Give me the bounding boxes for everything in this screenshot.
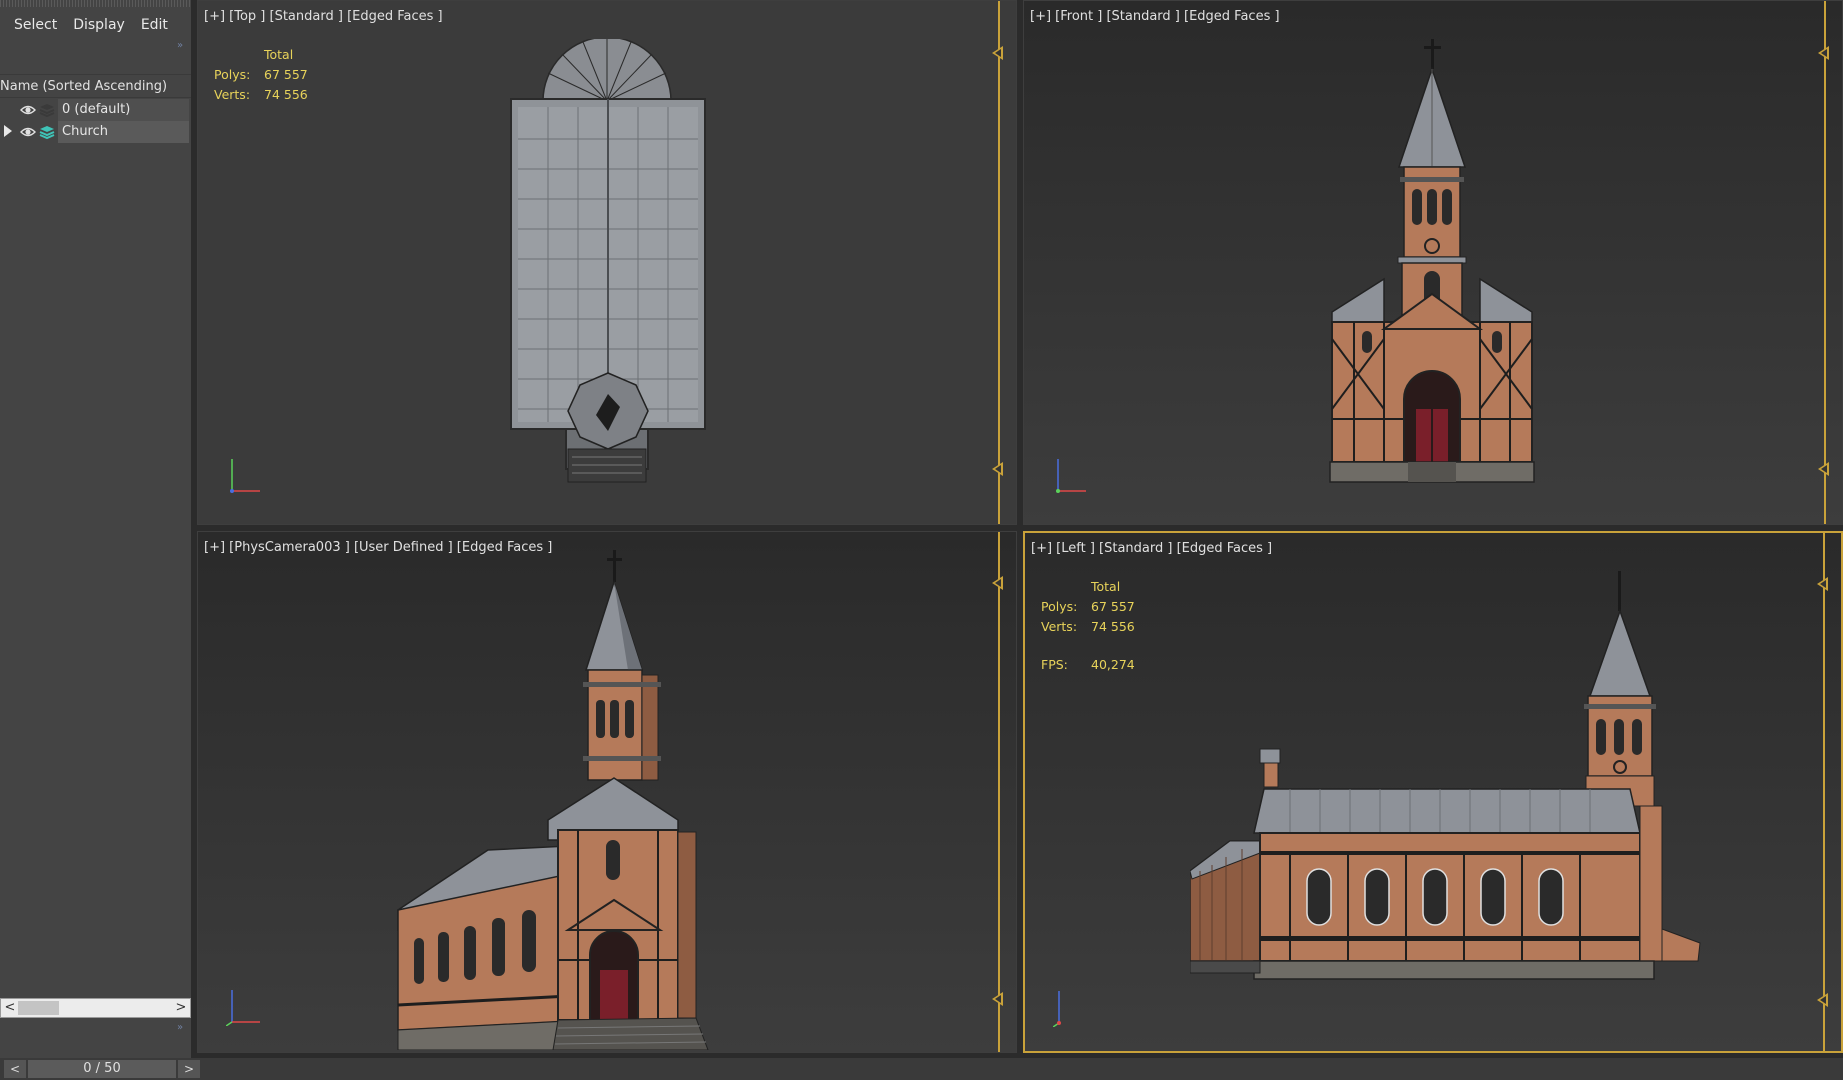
menu-select[interactable]: Select — [6, 13, 65, 37]
rail-marker-icon[interactable] — [992, 46, 1003, 60]
explorer-horizontal-scrollbar[interactable]: < > — [0, 998, 191, 1018]
viewport-top[interactable]: [+] [Top ] [Standard ] [Edged Faces ] To… — [197, 0, 1017, 525]
visibility-eye-icon[interactable] — [20, 124, 36, 140]
stats-verts-label: Verts: — [1041, 619, 1078, 634]
time-slider[interactable]: 0 / 50 — [28, 1060, 176, 1078]
layer-name-default: 0 (default) — [58, 99, 189, 121]
scrollbar-thumb[interactable] — [18, 1001, 59, 1015]
stats-polys-label: Polys: — [214, 67, 251, 82]
axis-gizmo-icon — [1053, 991, 1061, 1027]
axis-gizmo-icon — [1056, 459, 1086, 493]
expand-arrow-icon[interactable] — [4, 125, 12, 137]
church-side-view — [1190, 571, 1701, 980]
stats-verts-label: Verts: — [214, 87, 251, 102]
explorer-menubar: Select Display Edit — [0, 10, 191, 40]
layer-stack-icon — [39, 104, 55, 118]
rail-marker-icon[interactable] — [1818, 462, 1829, 476]
layer-name-church: Church — [58, 121, 189, 143]
viewport-border-rail — [998, 532, 1000, 1052]
stats-polys-value: 67 557 — [264, 67, 308, 82]
stats-verts-value: 74 556 — [1091, 619, 1135, 634]
menu-edit[interactable]: Edit — [133, 13, 176, 37]
viewport-camera[interactable]: [+] [PhysCamera003 ] [User Defined ] [Ed… — [197, 531, 1017, 1053]
rail-marker-icon[interactable] — [1818, 46, 1829, 60]
stats-verts-value: 74 556 — [264, 87, 308, 102]
panel-overflow-icon[interactable]: » — [177, 1022, 183, 1033]
stats-polys-value: 67 557 — [1091, 599, 1135, 614]
next-frame-button[interactable]: > — [178, 1060, 200, 1078]
rail-marker-icon[interactable] — [992, 462, 1003, 476]
scroll-left-icon[interactable]: < — [1, 999, 19, 1017]
axis-gizmo-icon — [230, 459, 260, 493]
time-slider-bar: < 0 / 50 > — [0, 1058, 1843, 1080]
menu-display[interactable]: Display — [65, 13, 133, 37]
scene-statistics: Total Polys: 67 557 Verts: 74 556 FPS: 40,2… — [1041, 579, 1135, 677]
scene-statistics: Total Polys: 67 557 Verts: 74 556 — [214, 47, 308, 107]
viewport-front[interactable]: [+] [Front ] [Standard ] [Edged Faces ] — [1023, 0, 1843, 525]
viewport-label[interactable]: [+] [Front ] [Standard ] [Edged Faces ] — [1030, 9, 1280, 24]
viewport-label[interactable]: [+] [Left ] [Standard ] [Edged Faces ] — [1031, 541, 1272, 556]
viewport-border-rail — [998, 1, 1000, 524]
axis-gizmo-icon — [226, 990, 260, 1026]
viewport-border-rail — [1824, 1, 1826, 524]
tree-row-church-layer[interactable]: Church — [0, 121, 191, 143]
church-perspective-view — [397, 550, 709, 1050]
stats-total-label: Total — [1091, 579, 1121, 594]
scene-explorer: Select Display Edit » Name (Sorted Ascen… — [0, 0, 191, 1080]
viewport-label[interactable]: [+] [Top ] [Standard ] [Edged Faces ] — [204, 9, 443, 24]
stats-fps-label: FPS: — [1041, 657, 1068, 672]
rail-marker-icon[interactable] — [992, 992, 1003, 1006]
prev-frame-button[interactable]: < — [4, 1060, 26, 1078]
tree-row-default-layer[interactable]: 0 (default) — [0, 99, 191, 121]
church-top-view — [510, 39, 706, 483]
viewport-left[interactable]: [+] [Left ] [Standard ] [Edged Faces ] T… — [1023, 531, 1843, 1053]
stats-polys-label: Polys: — [1041, 599, 1078, 614]
visibility-eye-icon[interactable] — [20, 102, 36, 118]
scroll-right-icon[interactable]: > — [172, 999, 190, 1017]
rail-marker-icon[interactable] — [992, 576, 1003, 590]
stats-fps-value: 40,274 — [1091, 657, 1135, 672]
rail-marker-icon[interactable] — [1817, 993, 1828, 1007]
stats-total-label: Total — [264, 47, 294, 62]
toolbar-overflow-icon[interactable]: » — [177, 40, 183, 51]
layer-stack-icon — [39, 126, 55, 140]
panel-grip[interactable] — [0, 0, 191, 7]
rail-marker-icon[interactable] — [1817, 577, 1828, 591]
church-front-view — [1329, 39, 1535, 483]
column-header-name[interactable]: Name (Sorted Ascending) — [0, 74, 191, 98]
viewport-border-rail — [1823, 533, 1825, 1051]
